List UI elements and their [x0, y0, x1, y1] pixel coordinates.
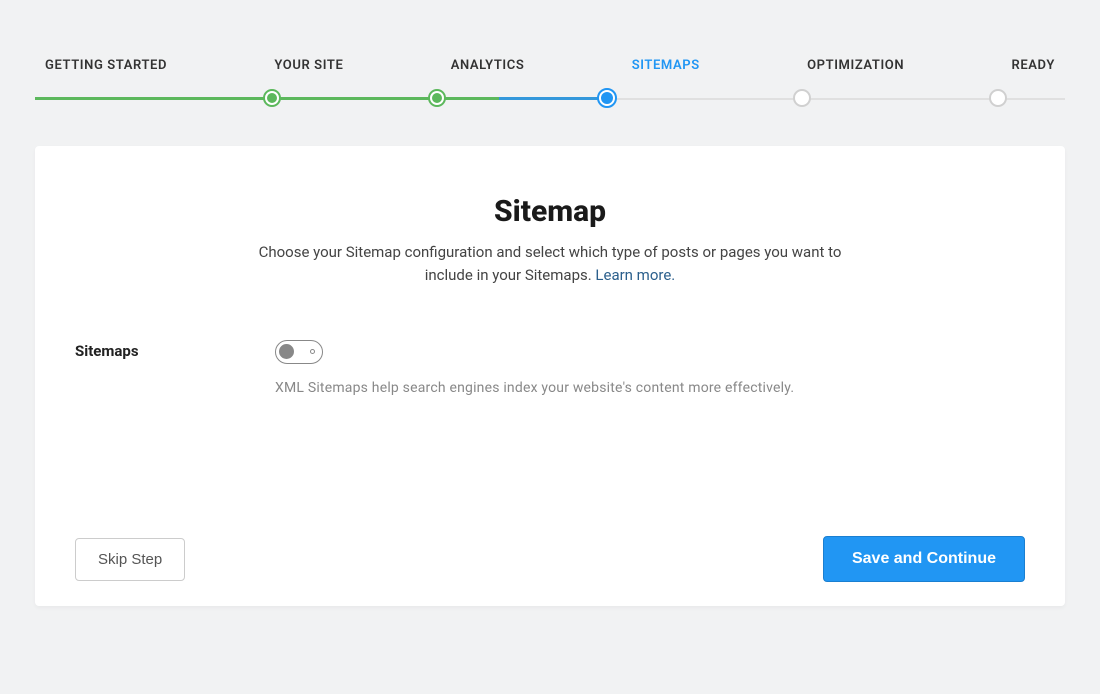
save-continue-button[interactable]: Save and Continue: [823, 536, 1025, 582]
step-getting-started[interactable]: GETTING STARTED: [45, 58, 167, 73]
sitemaps-row: Sitemaps XML Sitemaps help search engine…: [75, 340, 1025, 396]
toggle-knob-icon: [279, 344, 294, 359]
stepper-track: [35, 89, 1065, 109]
step-optimization[interactable]: OPTIMIZATION: [807, 58, 904, 73]
step-dot-sitemaps: [597, 88, 617, 108]
page-title: Sitemap: [75, 194, 1025, 229]
step-sitemaps[interactable]: SITEMAPS: [632, 58, 700, 73]
step-dot-your-site: [263, 89, 281, 107]
wizard-card: Sitemap Choose your Sitemap configuratio…: [35, 146, 1065, 606]
sitemaps-help-text: XML Sitemaps help search engines index y…: [275, 380, 1025, 396]
step-dot-analytics: [428, 89, 446, 107]
description-text: Choose your Sitemap configuration and se…: [259, 243, 842, 284]
skip-step-button[interactable]: Skip Step: [75, 538, 185, 581]
step-dot-optimization: [793, 89, 811, 107]
toggle-ring-icon: [310, 349, 315, 354]
learn-more-link[interactable]: Learn more.: [595, 266, 675, 284]
step-analytics[interactable]: ANALYTICS: [451, 58, 525, 73]
sitemaps-toggle[interactable]: [275, 340, 323, 364]
track-active: [499, 97, 602, 100]
step-dot-ready: [989, 89, 1007, 107]
step-ready[interactable]: READY: [1011, 58, 1054, 73]
wizard-stepper: GETTING STARTED YOUR SITE ANALYTICS SITE…: [35, 58, 1065, 106]
sitemaps-label: Sitemaps: [75, 340, 275, 396]
page-description: Choose your Sitemap configuration and se…: [240, 241, 860, 286]
step-your-site[interactable]: YOUR SITE: [274, 58, 343, 73]
card-footer: Skip Step Save and Continue: [75, 516, 1025, 582]
